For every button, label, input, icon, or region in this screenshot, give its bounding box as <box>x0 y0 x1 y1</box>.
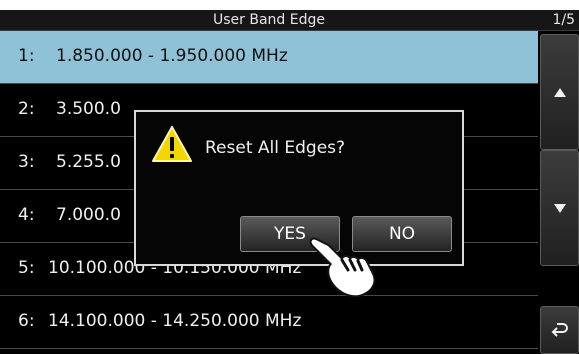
band-range: 3.500.0 <box>56 99 121 119</box>
band-index: 4: <box>18 205 35 225</box>
band-index: 3: <box>18 152 35 172</box>
radio-screen: User Band Edge 1/5 1: 1.850.000 - 1.950.… <box>0 10 579 354</box>
scroll-down-button[interactable] <box>540 150 579 266</box>
band-range: 1.850.000 - 1.950.000 MHz <box>56 46 288 66</box>
title-bar: User Band Edge 1/5 <box>0 10 579 31</box>
band-index: 1: <box>18 46 35 66</box>
triangle-up-icon <box>553 87 566 97</box>
scroll-up-button[interactable] <box>540 34 579 150</box>
return-arrow-icon <box>551 323 568 337</box>
band-range: 7.000.0 <box>56 205 121 225</box>
band-row-6[interactable]: 6: 14.100.000 - 14.250.000 MHz <box>0 296 538 349</box>
pointing-hand-icon <box>309 237 376 298</box>
band-index: 2: <box>18 99 35 119</box>
screen-title: User Band Edge <box>213 12 325 28</box>
band-range: 14.100.000 - 14.250.000 MHz <box>48 311 302 331</box>
page-indicator: 1/5 <box>552 12 575 28</box>
warning-icon <box>152 126 192 162</box>
band-row-1[interactable]: 1: 1.850.000 - 1.950.000 MHz <box>0 31 538 84</box>
dialog-message: Reset All Edges? <box>205 138 346 158</box>
band-index: 5: <box>18 258 35 278</box>
band-index: 6: <box>18 311 35 331</box>
reset-confirm-dialog: Reset All Edges? YES NO <box>134 110 464 266</box>
band-range: 5.255.0 <box>56 152 121 172</box>
triangle-down-icon <box>553 203 566 213</box>
back-button[interactable] <box>540 306 579 354</box>
